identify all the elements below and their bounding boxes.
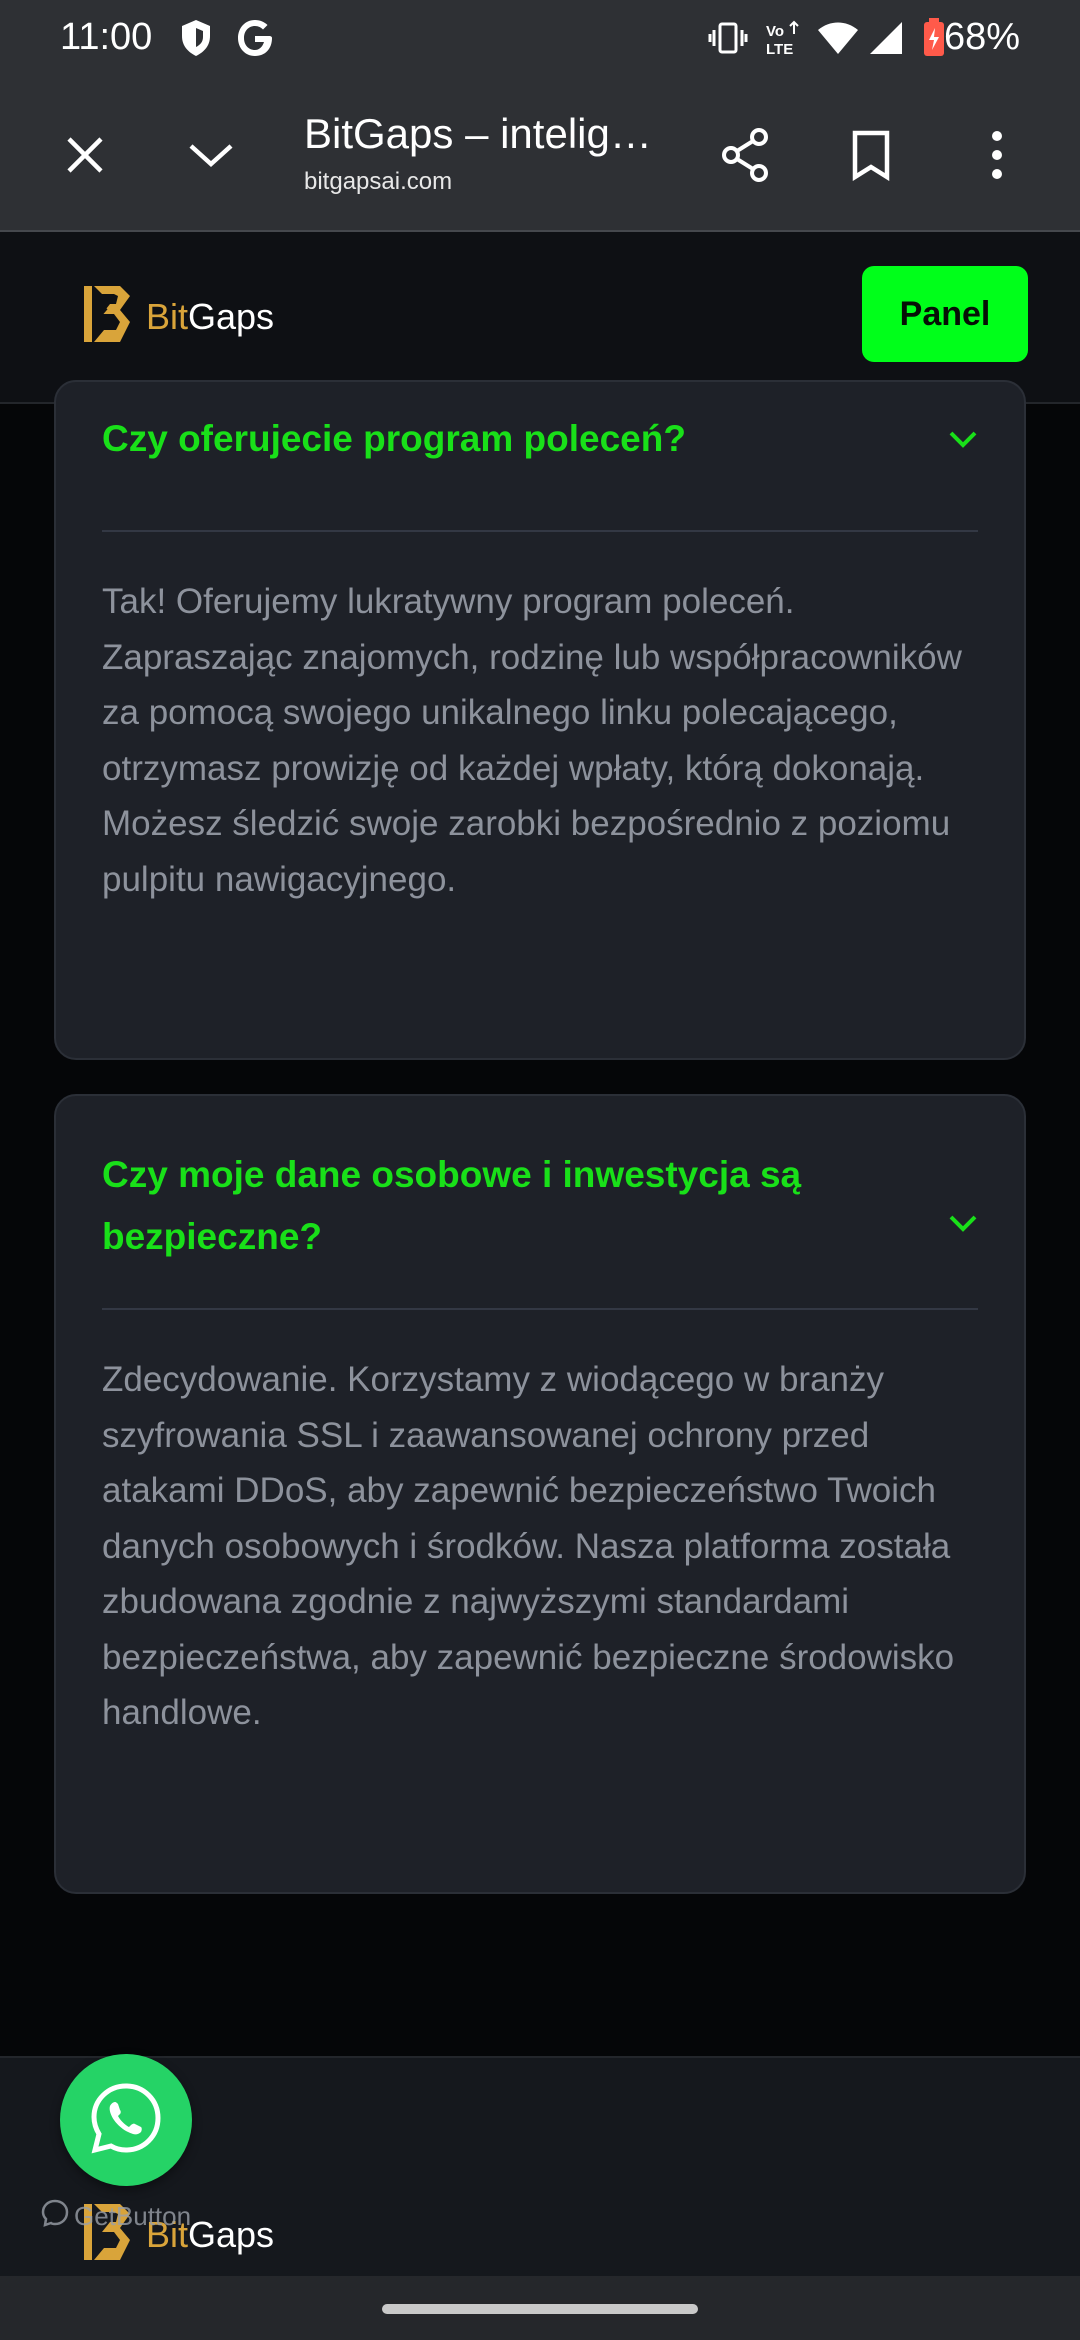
volte-icon: Vo LTE bbox=[764, 20, 804, 63]
more-icon[interactable] bbox=[962, 120, 1032, 190]
svg-text:LTE: LTE bbox=[766, 41, 793, 58]
whatsapp-button[interactable] bbox=[60, 2054, 192, 2186]
status-bar: 11:00 Vo LTE 68% bbox=[0, 0, 1080, 80]
status-time: 11:00 bbox=[60, 16, 153, 58]
chevron-down-icon[interactable] bbox=[948, 1208, 978, 1238]
faq-divider bbox=[102, 1308, 978, 1310]
bookmark-icon[interactable] bbox=[836, 120, 906, 190]
site-header: BitGaps Panel bbox=[0, 232, 1080, 404]
getbutton-link[interactable]: GetButton bbox=[40, 2198, 191, 2235]
battery-icon bbox=[922, 18, 946, 63]
footer-logo-gaps: Gaps bbox=[188, 2213, 275, 2255]
share-icon[interactable] bbox=[710, 120, 780, 190]
faq-item: Czy moje dane osobowe i inwestycja są be… bbox=[54, 1094, 1026, 1894]
browser-toolbar: BitGaps – intelig… bitgapsai.com bbox=[0, 80, 1080, 232]
page-url: bitgapsai.com bbox=[304, 168, 453, 195]
signal-icon bbox=[868, 18, 904, 63]
faq-divider bbox=[102, 530, 978, 532]
chevron-down-icon[interactable] bbox=[176, 120, 246, 190]
close-icon[interactable] bbox=[50, 120, 120, 190]
svg-text:Vo: Vo bbox=[766, 23, 784, 40]
faq-item: Czy oferujecie program poleceń? Tak! Ofe… bbox=[54, 380, 1026, 1060]
logo-bit: Bit bbox=[146, 295, 189, 337]
wifi-icon bbox=[816, 18, 860, 63]
faq-question[interactable]: Czy moje dane osobowe i inwestycja są be… bbox=[102, 1144, 922, 1268]
home-gesture-handle[interactable] bbox=[382, 2304, 698, 2314]
getbutton-label: GetButton bbox=[74, 2201, 192, 2231]
brand-logo[interactable]: BitGaps bbox=[80, 282, 274, 351]
battery-percent: 68% bbox=[943, 16, 1020, 58]
faq-question[interactable]: Czy oferujecie program poleceń? bbox=[102, 408, 922, 470]
shield-icon bbox=[180, 18, 212, 63]
logo-gaps: Gaps bbox=[188, 295, 275, 337]
whatsapp-icon bbox=[88, 2080, 164, 2161]
vibrate-icon bbox=[708, 18, 748, 63]
page-title: BitGaps – intelig… bbox=[304, 110, 652, 157]
chevron-down-icon[interactable] bbox=[948, 424, 978, 454]
bitgaps-logo-icon bbox=[80, 282, 134, 351]
faq-answer: Tak! Oferujemy lukratywny program polece… bbox=[102, 582, 962, 899]
navigation-bar bbox=[0, 2276, 1080, 2340]
google-icon bbox=[236, 18, 274, 63]
panel-button[interactable]: Panel bbox=[862, 266, 1028, 362]
faq-answer: Zdecydowanie. Korzystamy z wiodącego w b… bbox=[102, 1360, 955, 1732]
chat-icon bbox=[40, 2198, 70, 2235]
